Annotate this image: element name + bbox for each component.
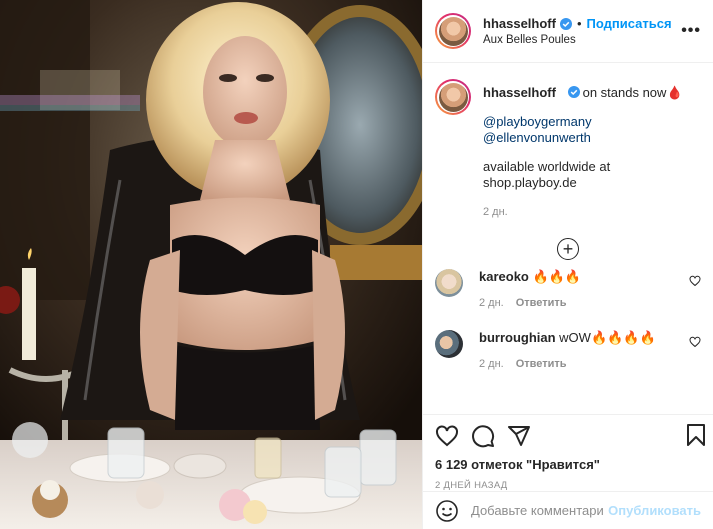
verified-icon (567, 86, 580, 98)
comment-time[interactable]: 2 дн. (479, 297, 504, 309)
author-username[interactable]: hhasselhoff (483, 16, 556, 31)
comment-item: burroughian wOW🔥🔥🔥🔥 2 дн. Ответить (435, 330, 701, 370)
commenter-avatar[interactable] (435, 269, 463, 297)
comment-time[interactable]: 2 дн. (479, 358, 504, 370)
post-location[interactable]: Aux Belles Poules (483, 34, 672, 46)
commenter-avatar[interactable] (435, 330, 463, 358)
caption-line-available: available worldwide at (483, 159, 611, 174)
comment-text: wOW🔥🔥🔥🔥 (559, 330, 656, 345)
likes-count[interactable]: 6 129 отметок "Нравится" (435, 457, 701, 472)
post-details-panel: hhasselhoff • Подписаться Aux Belles Pou… (422, 0, 713, 529)
photo-illustration (0, 0, 422, 529)
comment-item: kareoko 🔥🔥🔥 2 дн. Ответить (435, 269, 701, 309)
like-icon[interactable] (435, 424, 459, 448)
post-photo[interactable] (0, 0, 422, 529)
add-comment-bar: Опубликовать (423, 491, 713, 529)
publish-button[interactable]: Опубликовать (608, 503, 701, 518)
separator-dot: • (576, 16, 582, 31)
bookmark-icon[interactable] (685, 423, 707, 447)
caption-mentions[interactable]: @playboygermany @ellenvonunwerth (483, 114, 701, 146)
load-more-comments-button[interactable]: + (435, 238, 701, 260)
follow-button[interactable]: Подписаться (587, 16, 672, 31)
comment-input[interactable] (471, 503, 605, 518)
reply-button[interactable]: Ответить (516, 358, 567, 370)
commenter-username[interactable]: burroughian (479, 330, 556, 345)
caption-time[interactable]: 2 дн. (483, 204, 701, 220)
commenter-username[interactable]: kareoko (479, 269, 529, 284)
comment-text: 🔥🔥🔥 (532, 269, 582, 284)
more-icon[interactable]: ••• (681, 22, 701, 40)
caption-line-shop: shop.playboy.de (483, 175, 577, 190)
comment-icon[interactable] (471, 424, 495, 448)
comments-section: hhasselhoff on stands now🩸 @playboygerma… (423, 63, 713, 414)
drop-emoji: 🩸 (666, 85, 683, 100)
post-header: hhasselhoff • Подписаться Aux Belles Pou… (423, 0, 713, 63)
add-icon: + (557, 238, 579, 260)
caption-avatar[interactable] (435, 79, 471, 115)
post-timestamp[interactable]: 2 ДНЕЙ НАЗАД (435, 480, 701, 491)
post-dialog: hhasselhoff • Подписаться Aux Belles Pou… (0, 0, 713, 529)
heart-small-icon[interactable] (689, 336, 701, 348)
caption-text: on stands now (582, 85, 667, 100)
emoji-icon[interactable] (435, 499, 459, 523)
heart-small-icon[interactable] (689, 275, 701, 287)
caption-username[interactable]: hhasselhoff (483, 85, 556, 100)
author-avatar[interactable] (435, 13, 471, 49)
share-icon[interactable] (507, 424, 531, 448)
caption: hhasselhoff on stands now🩸 @playboygerma… (435, 79, 701, 220)
verified-icon (559, 17, 572, 30)
reply-button[interactable]: Ответить (516, 297, 567, 309)
